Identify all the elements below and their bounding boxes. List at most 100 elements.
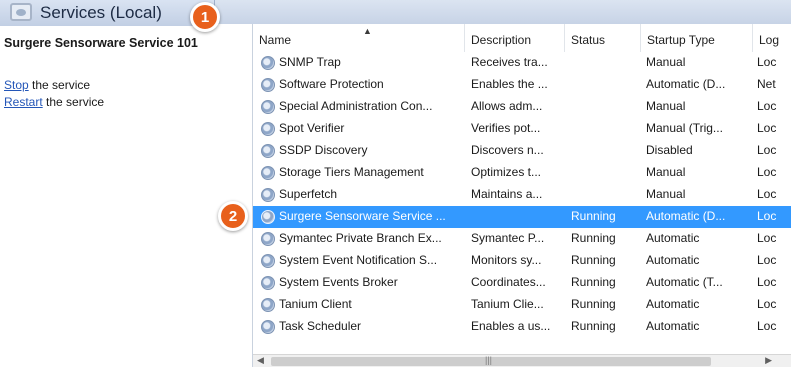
service-description-cell: Monitors sy... (471, 253, 542, 267)
table-row[interactable]: Superfetch Maintains a... Manual Loc (253, 184, 791, 206)
service-logon-cell: Loc (757, 165, 777, 179)
gear-icon (261, 232, 275, 246)
gear-icon (261, 100, 275, 114)
scrollbar-grip-icon: ||| (485, 355, 493, 365)
service-name-cell: Software Protection (279, 77, 384, 91)
gear-icon (261, 56, 275, 70)
service-description-cell: Maintains a... (471, 187, 543, 201)
service-name-cell: System Event Notification S... (279, 253, 438, 267)
service-logon-cell: Loc (757, 187, 777, 201)
table-row[interactable]: Software Protection Enables the ... Automa… (253, 74, 791, 96)
service-name-cell: Superfetch (279, 187, 338, 201)
page-title: Services (Local) (40, 3, 162, 22)
scroll-right-icon[interactable]: ▶ (765, 355, 772, 366)
service-name-cell: SSDP Discovery (279, 143, 368, 157)
table-row[interactable]: Surgere Sensorware Service ... Running Aut… (253, 206, 791, 228)
gear-icon (261, 166, 275, 180)
service-status-cell: Running (571, 231, 616, 245)
service-name-cell: Storage Tiers Management (279, 165, 424, 179)
column-header-description[interactable]: Description (465, 24, 565, 52)
service-startup-cell: Manual (646, 165, 686, 179)
table-row[interactable]: SSDP Discovery Discovers n... Disabled Loc (253, 140, 791, 162)
service-logon-cell: Loc (757, 319, 777, 333)
column-header-name[interactable]: Name ▲ (253, 24, 465, 52)
service-status-cell: Running (571, 253, 616, 267)
table-row[interactable]: Spot Verifier Verifies pot... Manual (Trig… (253, 118, 791, 140)
header-tab: Services (Local) (0, 0, 215, 26)
gear-icon (261, 210, 275, 224)
table-row[interactable]: Task Scheduler Enables a us... Running Auto… (253, 316, 791, 338)
service-logon-cell: Loc (757, 275, 777, 289)
service-description-cell: Discovers n... (471, 143, 544, 157)
service-startup-cell: Automatic (T... (646, 275, 723, 289)
service-description-cell: Coordinates... (471, 275, 546, 289)
service-name-cell: Tanium Client (279, 297, 352, 311)
service-startup-cell: Disabled (646, 143, 693, 157)
service-description-cell: Allows adm... (471, 99, 543, 113)
horizontal-scrollbar[interactable]: ◀ ||| ▶ (253, 354, 791, 367)
column-header-startup-type[interactable]: Startup Type (641, 24, 753, 52)
gear-icon (261, 144, 275, 158)
stop-action: Stop the service (4, 78, 90, 92)
restart-action: Restart the service (4, 95, 104, 109)
selected-service-name: Surgere Sensorware Service 101 (4, 36, 198, 50)
service-startup-cell: Automatic (646, 231, 700, 245)
column-description-label: Description (471, 33, 532, 47)
service-name-cell: SNMP Trap (279, 55, 341, 69)
service-logon-cell: Loc (757, 121, 777, 135)
restart-action-text: the service (42, 95, 105, 109)
scroll-left-icon[interactable]: ◀ (257, 355, 264, 366)
column-header-status[interactable]: Status (565, 24, 641, 52)
gear-icon (261, 122, 275, 136)
gear-icon (261, 320, 275, 334)
table-row[interactable]: Storage Tiers Management Optimizes t... Ma… (253, 162, 791, 184)
stop-service-link[interactable]: Stop (4, 78, 29, 92)
table-row[interactable]: System Events Broker Coordinates... Runnin… (253, 272, 791, 294)
service-name-cell: Special Administration Con... (279, 99, 433, 113)
column-name-label: Name (259, 33, 292, 47)
service-status-cell: Running (571, 209, 616, 223)
service-logon-cell: Loc (757, 143, 777, 157)
service-startup-cell: Automatic (D... (646, 209, 726, 223)
sort-ascending-icon: ▲ (363, 26, 372, 36)
service-description-cell: Enables a us... (471, 319, 551, 333)
service-startup-cell: Automatic (D... (646, 77, 726, 91)
service-startup-cell: Manual (646, 99, 686, 113)
services-table: Name ▲ Description Status Startup Type L… (252, 24, 791, 367)
service-name-cell: Surgere Sensorware Service ... (279, 209, 446, 223)
service-description-cell: Enables the ... (471, 77, 548, 91)
service-startup-cell: Manual (646, 55, 686, 69)
services-icon (10, 3, 32, 21)
service-logon-cell: Loc (757, 55, 777, 69)
table-row[interactable]: System Event Notification S... Monitors s… (253, 250, 791, 272)
service-startup-cell: Automatic (646, 297, 700, 311)
table-row[interactable]: Tanium Client Tanium Clie... Running Automa… (253, 294, 791, 316)
gear-icon (261, 276, 275, 290)
service-logon-cell: Loc (757, 231, 777, 245)
column-header-log[interactable]: Log (753, 24, 791, 52)
gear-icon (261, 298, 275, 312)
gear-icon (261, 254, 275, 268)
service-name-cell: Spot Verifier (279, 121, 345, 135)
service-description-cell: Verifies pot... (471, 121, 541, 135)
step-badge-1: 1 (190, 2, 220, 32)
stop-action-text: the service (28, 78, 91, 92)
service-status-cell: Running (571, 297, 616, 311)
step-badge-2: 2 (218, 201, 248, 231)
service-status-cell: Running (571, 275, 616, 289)
service-name-cell: Symantec Private Branch Ex... (279, 231, 442, 245)
service-status-cell: Running (571, 319, 616, 333)
service-logon-cell: Net (757, 77, 776, 91)
restart-service-link[interactable]: Restart (4, 95, 43, 109)
table-row[interactable]: Symantec Private Branch Ex... Symantec P.… (253, 228, 791, 250)
service-logon-cell: Loc (757, 253, 777, 267)
service-description-cell: Receives tra... (471, 55, 548, 69)
service-startup-cell: Automatic (646, 253, 700, 267)
table-row[interactable]: SNMP Trap Receives tra... Manual Loc (253, 52, 791, 74)
service-logon-cell: Loc (757, 297, 777, 311)
service-name-cell: System Events Broker (279, 275, 398, 289)
column-status-label: Status (571, 33, 606, 47)
table-row[interactable]: Special Administration Con... Allows adm.… (253, 96, 791, 118)
service-description-cell: Optimizes t... (471, 165, 542, 179)
gear-icon (261, 188, 275, 202)
